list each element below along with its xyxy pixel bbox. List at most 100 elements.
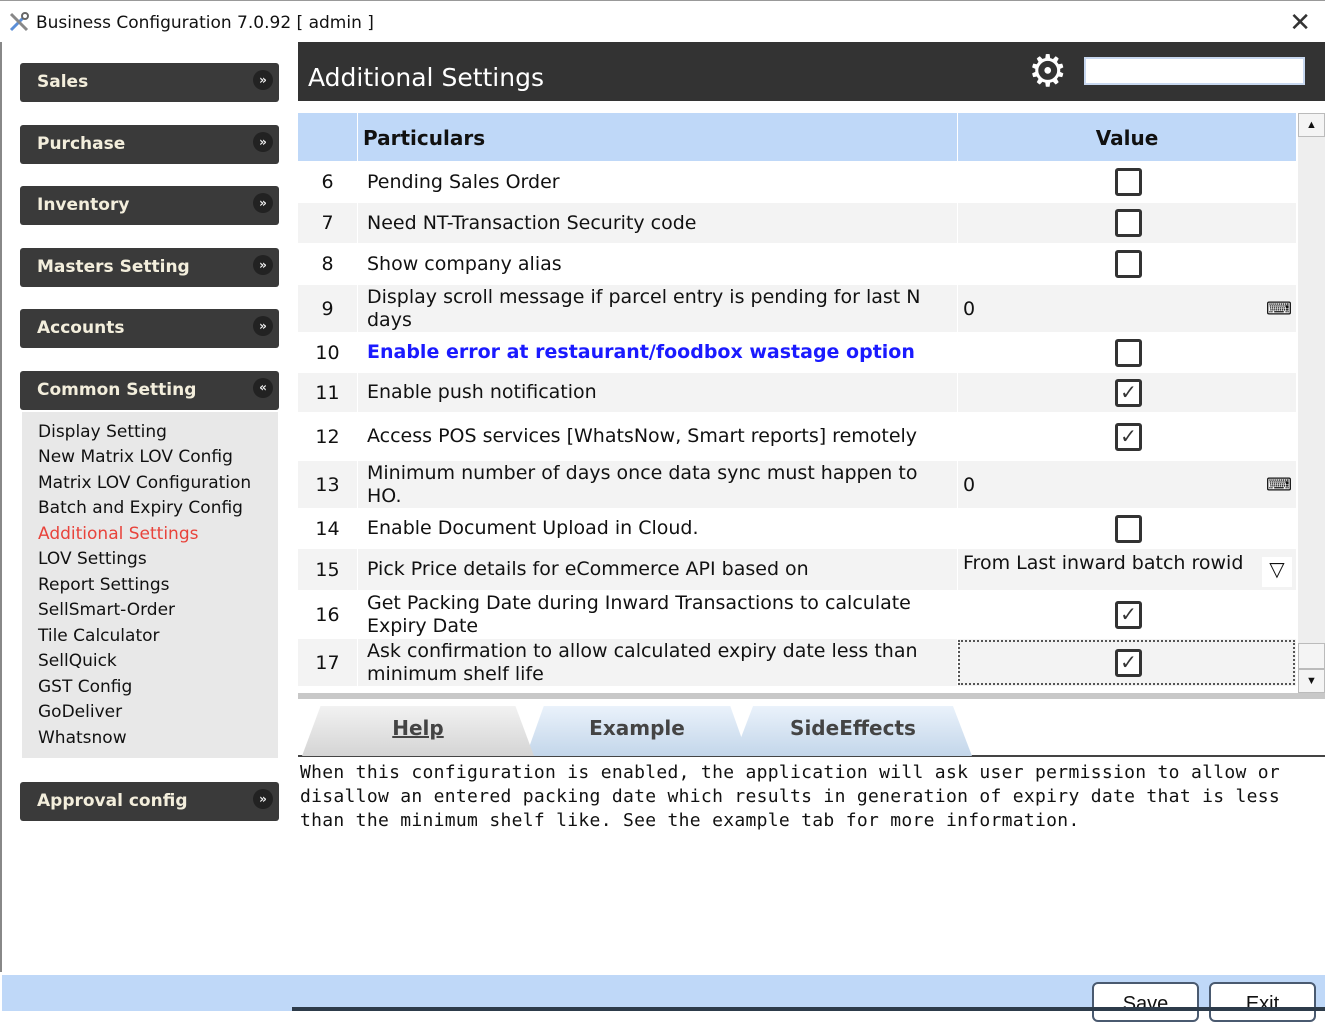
submenu-item[interactable]: New Matrix LOV Config: [38, 447, 233, 467]
chevron-down-icon[interactable]: »: [253, 255, 273, 275]
row-label-text: Display scroll message if parcel entry i…: [367, 285, 921, 331]
select-value[interactable]: From Last inward batch rowid: [963, 552, 1243, 574]
chevron-down-icon[interactable]: »: [253, 70, 273, 90]
checkbox[interactable]: [1115, 209, 1142, 237]
submenu-item[interactable]: Batch and Expiry Config: [38, 498, 243, 518]
section-label: Approval config: [37, 791, 188, 811]
row-value-cell[interactable]: [957, 509, 1296, 548]
section-label: Sales: [37, 72, 89, 92]
submenu-item[interactable]: GoDeliver: [38, 702, 122, 722]
row-label: Access POS services [WhatsNow, Smart rep…: [357, 413, 957, 460]
submenu-item[interactable]: LOV Settings: [38, 549, 147, 569]
submenu-item-active[interactable]: Additional Settings: [38, 524, 198, 544]
tab-label: Help: [392, 716, 444, 740]
section-label: Accounts: [37, 318, 125, 338]
help-text: When this configuration is enabled, the …: [300, 762, 1281, 831]
chevron-down-icon[interactable]: »: [253, 193, 273, 213]
submenu-item[interactable]: SellSmart-Order: [38, 600, 175, 620]
row-value-cell[interactable]: [957, 333, 1296, 372]
row-value-cell[interactable]: ✓: [957, 373, 1296, 412]
row-label-text: Need NT-Transaction Security code: [367, 211, 697, 234]
vertical-scrollbar[interactable]: ▲ ▼: [1298, 113, 1325, 693]
scroll-down-icon[interactable]: ▼: [1298, 669, 1325, 693]
section-label: Purchase: [37, 134, 126, 154]
value-field[interactable]: 0: [963, 298, 975, 320]
table-row: 10 Enable error at restaurant/foodbox was…: [298, 333, 1296, 372]
row-label-text: Get Packing Date during Inward Transacti…: [367, 591, 911, 637]
submenu-item[interactable]: Report Settings: [38, 575, 169, 595]
row-number: 9: [321, 297, 334, 320]
tab-help[interactable]: Help: [302, 706, 534, 756]
common-setting-submenu: Display Setting New Matrix LOV Config Ma…: [22, 412, 278, 758]
sidebar-section-accounts[interactable]: Accounts »: [20, 309, 279, 348]
row-value-cell[interactable]: [957, 162, 1296, 202]
row-value-cell[interactable]: [957, 244, 1296, 284]
checkbox[interactable]: [1115, 514, 1142, 543]
row-value-cell[interactable]: From Last inward batch rowid ▽: [957, 549, 1296, 590]
checkbox[interactable]: ✓: [1115, 648, 1142, 677]
table-row: 13 Minimum number of days once data sync …: [298, 461, 1296, 508]
row-value-cell[interactable]: ✓: [957, 639, 1296, 686]
row-label: Need NT-Transaction Security code: [357, 203, 957, 243]
row-value-cell[interactable]: ✓: [957, 413, 1296, 460]
sidebar-section-sales[interactable]: Sales »: [20, 63, 279, 102]
sidebar-section-purchase[interactable]: Purchase »: [20, 125, 279, 164]
tab-example[interactable]: Example: [526, 706, 748, 756]
table-row: 16 Get Packing Date during Inward Transac…: [298, 591, 1296, 638]
sidebar-section-common-setting[interactable]: Common Setting »: [20, 371, 279, 410]
sidebar-section-inventory[interactable]: Inventory »: [20, 186, 279, 225]
tab-label: SideEffects: [790, 716, 916, 740]
row-number: 14: [315, 517, 340, 540]
checkbox[interactable]: [1115, 168, 1142, 196]
row-number: 13: [315, 473, 340, 496]
checkbox[interactable]: ✓: [1115, 378, 1142, 407]
scroll-up-icon[interactable]: ▲: [1298, 113, 1325, 137]
column-header-value: Value: [957, 113, 1296, 161]
checkbox[interactable]: ✓: [1115, 600, 1142, 629]
row-value-cell[interactable]: [957, 203, 1296, 243]
value-field[interactable]: 0: [963, 474, 975, 496]
keyboard-icon[interactable]: ⌨: [1266, 298, 1292, 319]
chevron-down-icon[interactable]: »: [253, 132, 273, 152]
submenu-item[interactable]: Matrix LOV Configuration: [38, 473, 251, 493]
sidebar-section-masters-setting[interactable]: Masters Setting »: [20, 248, 279, 287]
row-label-text: Pending Sales Order: [367, 170, 560, 193]
checkbox[interactable]: ✓: [1115, 422, 1142, 451]
row-label: Enable error at restaurant/foodbox wasta…: [357, 333, 957, 372]
submenu-item[interactable]: Whatsnow: [38, 728, 127, 748]
gear-icon[interactable]: ⚙: [1028, 50, 1067, 94]
row-value-cell[interactable]: 0 ⌨: [957, 461, 1296, 508]
search-input[interactable]: [1084, 57, 1305, 85]
row-label: Display scroll message if parcel entry i…: [357, 285, 957, 332]
tools-icon: [9, 12, 29, 32]
settings-grid: Particulars Value 6 Pending Sales Order 7 N…: [298, 113, 1296, 687]
scroll-thumb[interactable]: [1298, 643, 1325, 669]
row-label: Enable push notification: [357, 373, 957, 412]
sidebar-section-approval-config[interactable]: Approval config »: [20, 782, 279, 821]
tab-side-effects[interactable]: SideEffects: [734, 706, 972, 756]
keyboard-icon[interactable]: ⌨: [1266, 474, 1292, 495]
chevron-down-icon[interactable]: »: [253, 316, 273, 336]
chevron-down-icon[interactable]: »: [253, 789, 273, 809]
submenu-item[interactable]: Display Setting: [38, 422, 167, 442]
checkbox[interactable]: [1115, 338, 1142, 367]
table-row: 12 Access POS services [WhatsNow, Smart r…: [298, 413, 1296, 460]
chevron-up-icon[interactable]: »: [253, 378, 273, 398]
row-number: 6: [321, 171, 334, 193]
section-label: Masters Setting: [37, 257, 190, 277]
dropdown-arrow-icon[interactable]: ▽: [1262, 557, 1292, 587]
submenu-item[interactable]: Tile Calculator: [38, 626, 160, 646]
row-value-cell[interactable]: ✓: [957, 591, 1296, 638]
page-title: Additional Settings: [308, 63, 544, 92]
exit-button[interactable]: Exit: [1209, 982, 1316, 1022]
tab-label: Example: [589, 716, 685, 740]
taskbar-edge: [292, 1007, 1325, 1011]
submenu-item[interactable]: SellQuick: [38, 651, 117, 671]
close-icon[interactable]: ✕: [1289, 7, 1311, 38]
table-row: 17 Ask confirmation to allow calculated e…: [298, 639, 1296, 686]
checkbox[interactable]: [1115, 250, 1142, 278]
submenu-item[interactable]: GST Config: [38, 677, 132, 697]
row-number: 15: [315, 558, 340, 581]
row-value-cell[interactable]: 0 ⌨: [957, 285, 1296, 332]
save-button[interactable]: Save: [1092, 982, 1199, 1022]
